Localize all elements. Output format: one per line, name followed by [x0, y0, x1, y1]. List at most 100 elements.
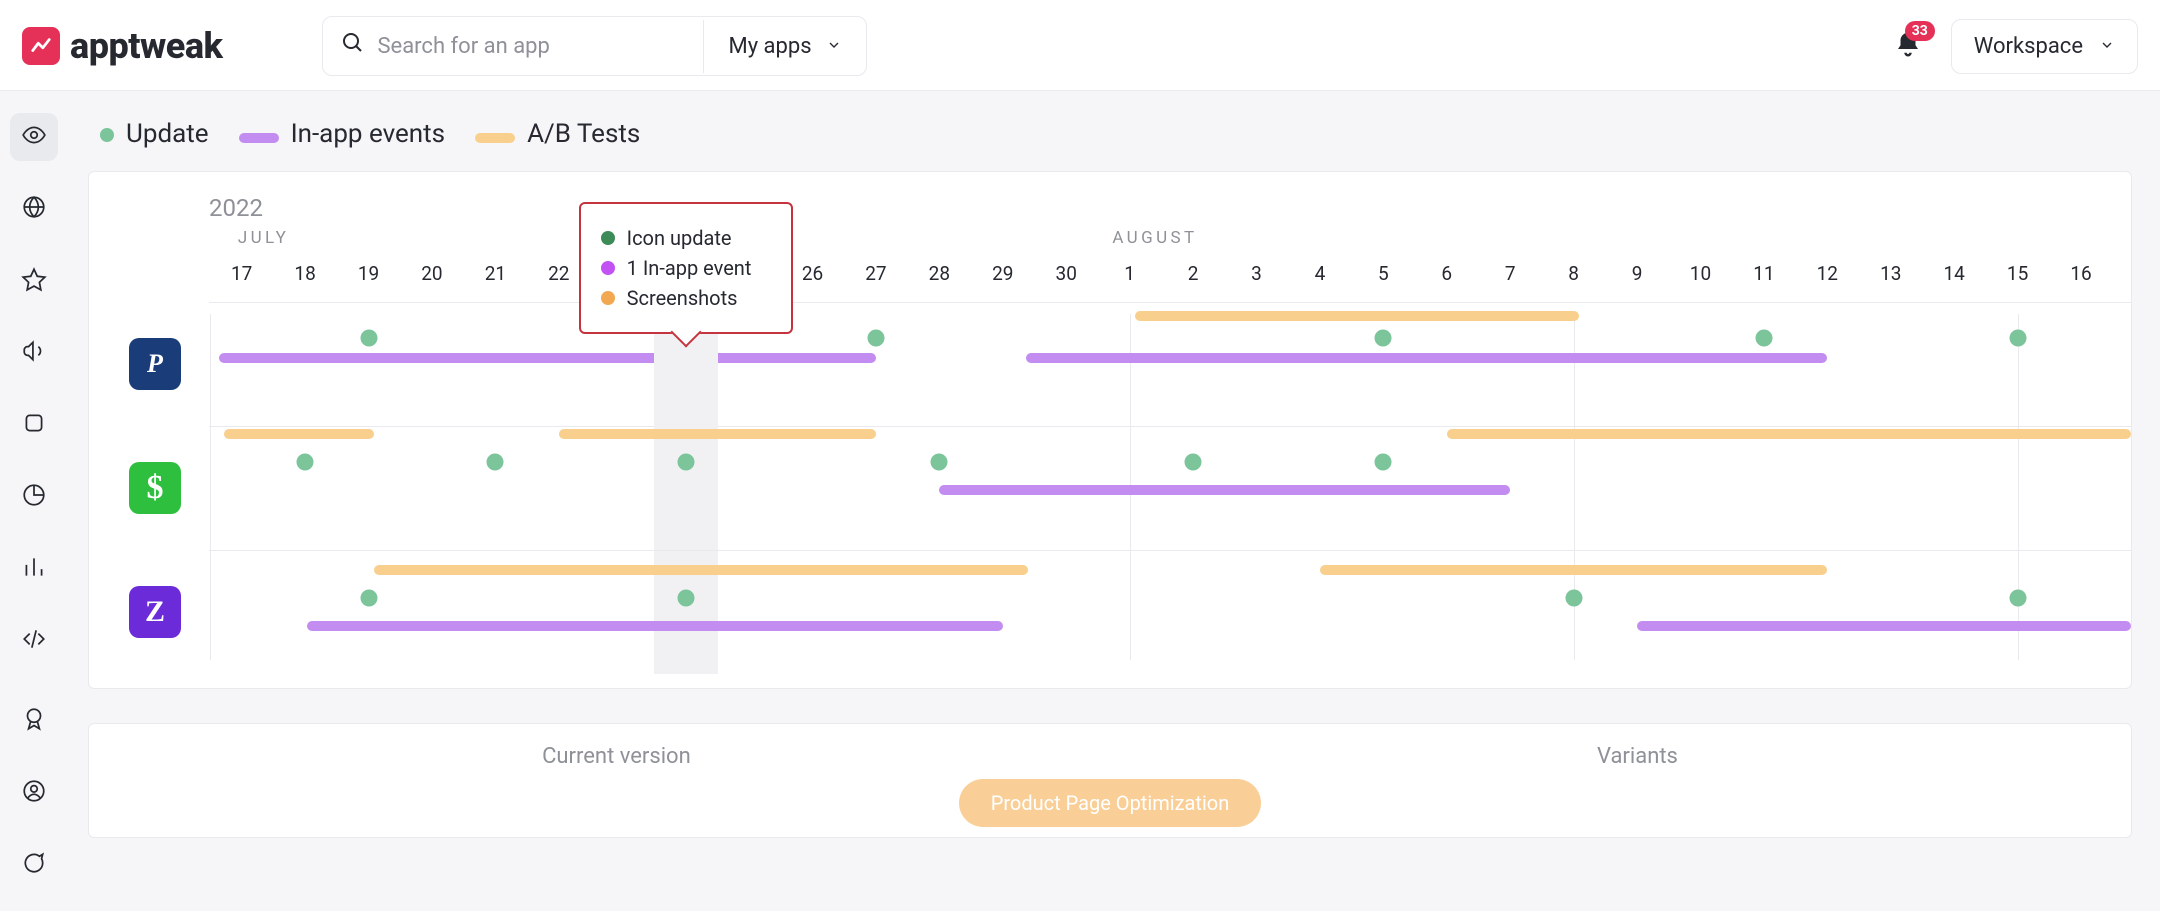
nav-pie[interactable]	[10, 473, 58, 521]
update-dot[interactable]	[2009, 330, 2026, 347]
day-label[interactable]: 27	[865, 262, 886, 285]
day-label[interactable]: 16	[2070, 262, 2091, 285]
in-app-event-bar[interactable]	[1026, 353, 1827, 363]
timeline-track[interactable]	[209, 426, 2131, 550]
in-app-event-bar[interactable]	[219, 353, 876, 363]
day-label[interactable]: 19	[358, 262, 379, 285]
nav-overview[interactable]	[10, 113, 58, 161]
ab-test-bar[interactable]	[374, 565, 1027, 575]
product-page-optimization-pill[interactable]: Product Page Optimization	[959, 779, 1262, 827]
day-label[interactable]: 26	[802, 262, 823, 285]
bar-chart-icon	[21, 554, 47, 584]
day-label[interactable]: 18	[294, 262, 315, 285]
update-dot[interactable]	[360, 330, 377, 347]
workspace-dropdown[interactable]: Workspace	[1951, 19, 2138, 74]
app-icon-paypal[interactable]: P	[129, 338, 181, 390]
month-label: JULY	[238, 228, 289, 248]
month-label: AUGUST	[1112, 228, 1197, 248]
app-icon-cashapp[interactable]: $	[129, 462, 181, 514]
legend-ab-tests[interactable]: A/B Tests	[475, 119, 640, 149]
day-label[interactable]: 13	[1880, 262, 1901, 285]
ab-test-bar[interactable]	[559, 429, 876, 439]
tooltip-item: 1 In-app event	[601, 256, 771, 280]
day-label[interactable]: 29	[992, 262, 1013, 285]
chevron-down-icon	[826, 34, 842, 59]
current-version-label: Current version	[542, 744, 691, 769]
nav-code[interactable]	[10, 617, 58, 665]
star-icon	[21, 266, 47, 296]
day-label[interactable]: 22	[548, 262, 569, 285]
search-icon	[341, 31, 365, 61]
update-dot[interactable]	[360, 590, 377, 607]
update-dot[interactable]	[1185, 454, 1202, 471]
nav-globe[interactable]	[10, 185, 58, 233]
nav-square[interactable]	[10, 401, 58, 449]
timeline-row-zelle: Z	[89, 550, 2131, 674]
ab-test-bar[interactable]	[1320, 565, 1827, 575]
timeline-track[interactable]	[209, 302, 2131, 426]
update-dot[interactable]	[867, 330, 884, 347]
megaphone-icon	[21, 338, 47, 368]
day-label[interactable]: 2	[1188, 262, 1199, 285]
in-app-events-bar-icon	[239, 133, 279, 143]
day-label[interactable]: 8	[1568, 262, 1579, 285]
day-label[interactable]: 14	[1943, 262, 1964, 285]
event-tooltip: Icon update 1 In-app event Screenshots	[579, 202, 793, 334]
search-input[interactable]: Search for an app	[323, 17, 703, 75]
update-dot[interactable]	[677, 454, 694, 471]
app-icon-zelle[interactable]: Z	[129, 586, 181, 638]
day-label[interactable]: 6	[1441, 262, 1452, 285]
in-app-event-bar[interactable]	[939, 485, 1510, 495]
day-label[interactable]: 17	[231, 262, 252, 285]
nav-megaphone[interactable]	[10, 329, 58, 377]
day-label[interactable]: 10	[1690, 262, 1711, 285]
update-dot[interactable]	[931, 454, 948, 471]
day-label[interactable]: 20	[421, 262, 442, 285]
update-dot[interactable]	[1755, 330, 1772, 347]
update-dot[interactable]	[1375, 330, 1392, 347]
timeline-track[interactable]	[209, 550, 2131, 674]
day-label[interactable]: 5	[1378, 262, 1389, 285]
day-label[interactable]: 15	[2007, 262, 2028, 285]
content: Update In-app events A/B Tests 20 22 JULY…	[68, 91, 2160, 911]
tooltip-dot-icon	[601, 291, 615, 305]
day-label[interactable]: 12	[1817, 262, 1838, 285]
update-dot[interactable]	[487, 454, 504, 471]
ab-test-bar[interactable]	[1135, 311, 1579, 321]
notifications-button[interactable]: 33	[1893, 29, 1923, 63]
legend: Update In-app events A/B Tests	[100, 119, 2132, 149]
main-layout: Update In-app events A/B Tests 20 22 JULY…	[0, 91, 2160, 911]
in-app-event-bar[interactable]	[307, 621, 1003, 631]
nav-chat[interactable]	[10, 841, 58, 889]
day-label[interactable]: 1	[1124, 262, 1135, 285]
nav-bars[interactable]	[10, 545, 58, 593]
update-dot[interactable]	[1565, 590, 1582, 607]
nav-award[interactable]	[10, 697, 58, 745]
update-dot[interactable]	[677, 590, 694, 607]
day-label[interactable]: 28	[929, 262, 950, 285]
day-label[interactable]: 9	[1632, 262, 1643, 285]
update-dot[interactable]	[2009, 590, 2026, 607]
my-apps-dropdown[interactable]: My apps	[703, 20, 865, 73]
side-nav	[0, 91, 68, 911]
ab-test-bar[interactable]	[224, 429, 374, 439]
day-label[interactable]: 11	[1753, 262, 1774, 285]
day-label[interactable]: 30	[1056, 262, 1077, 285]
chat-icon	[21, 850, 47, 880]
ab-test-bar[interactable]	[1910, 429, 2131, 439]
brand[interactable]: apptweak	[22, 25, 222, 67]
update-dot[interactable]	[297, 454, 314, 471]
legend-in-app-events[interactable]: In-app events	[239, 119, 446, 149]
nav-account[interactable]	[10, 769, 58, 817]
update-dot[interactable]	[1375, 454, 1392, 471]
day-label[interactable]: 3	[1251, 262, 1262, 285]
nav-star[interactable]	[10, 257, 58, 305]
day-label[interactable]: 4	[1315, 262, 1326, 285]
day-label[interactable]: 7	[1505, 262, 1516, 285]
legend-update[interactable]: Update	[100, 119, 209, 149]
timeline-row-paypal: P	[89, 302, 2131, 426]
day-label[interactable]: 21	[485, 262, 506, 285]
timeline-months: JULY AUGUST	[209, 228, 2131, 254]
in-app-event-bar[interactable]	[1637, 621, 2131, 631]
brand-name: apptweak	[70, 25, 222, 67]
